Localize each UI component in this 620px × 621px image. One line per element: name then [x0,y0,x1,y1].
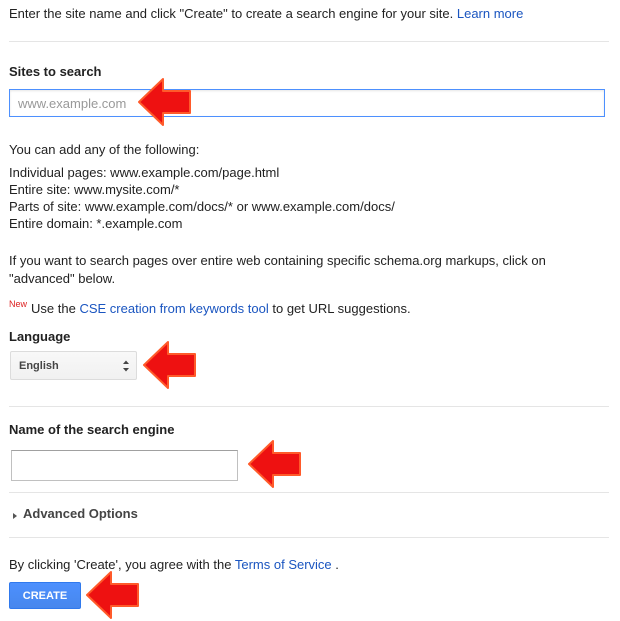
engine-name-input[interactable] [11,450,238,481]
schema-help-line2: "advanced" below. [9,271,116,286]
keywords-tool-link[interactable]: CSE creation from keywords tool [79,301,268,316]
red-arrow-icon [143,341,196,389]
language-select[interactable]: English [10,351,137,380]
language-label: Language [9,329,71,344]
help-intro: You can add any of the following: [9,142,200,157]
advanced-options-toggle[interactable]: Advanced Options [13,506,138,521]
help-line-parts: Parts of site: www.example.com/docs/* or… [9,199,395,214]
divider [9,406,609,407]
red-arrow-icon [248,440,301,488]
divider [9,41,609,42]
expand-triangle-icon [13,512,17,519]
create-button[interactable]: CREATE [9,582,81,609]
help-line-site: Entire site: www.mysite.com/* [9,182,180,197]
intro-description: Enter the site name and click "Create" t… [9,6,454,21]
terms-line: By clicking 'Create', you agree with the… [9,557,339,572]
intro-text: Enter the site name and click "Create" t… [9,6,523,21]
learn-more-link[interactable]: Learn more [457,6,523,21]
advanced-options-label: Advanced Options [23,506,138,521]
engine-name-label: Name of the search engine [9,422,175,437]
divider [9,537,609,538]
red-arrow-icon [86,571,139,619]
keywords-tool-suffix: to get URL suggestions. [272,301,411,316]
keywords-tool-prefix: Use the [31,301,76,316]
help-line-domain: Entire domain: *.example.com [9,216,183,231]
terms-of-service-link[interactable]: Terms of Service [235,557,332,572]
language-selected: English [19,359,59,372]
sites-input[interactable] [9,89,605,117]
new-badge: New [9,299,28,309]
schema-help-line1: If you want to search pages over entire … [9,253,546,268]
keywords-tool-line: New Use the CSE creation from keywords to… [9,299,411,316]
select-arrows-icon [123,360,129,372]
divider [9,492,609,493]
help-line-pages: Individual pages: www.example.com/page.h… [9,165,280,180]
sites-label: Sites to search [9,64,102,79]
terms-suffix: . [335,557,339,572]
red-arrow-icon [138,78,191,126]
